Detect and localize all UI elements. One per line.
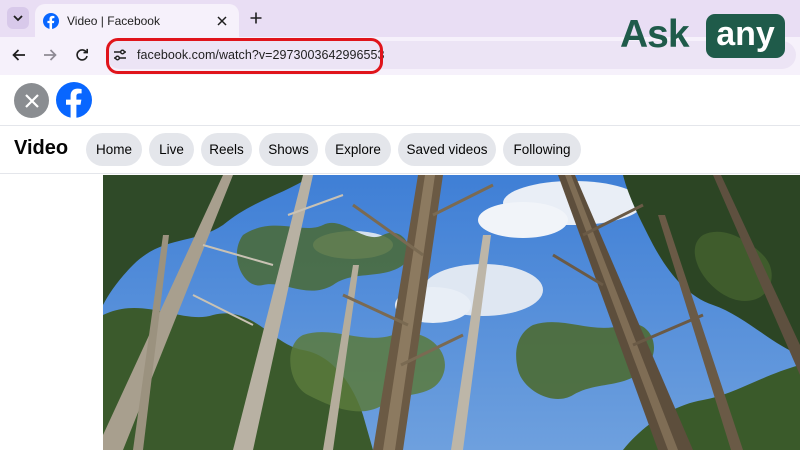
reload-icon	[76, 48, 88, 61]
plus-icon	[250, 12, 262, 24]
new-tab-button[interactable]	[246, 8, 266, 28]
browser-tab[interactable]: Video | Facebook	[35, 4, 239, 37]
video-player[interactable]	[103, 175, 800, 450]
tab-list-button[interactable]	[7, 7, 29, 29]
watermark-any-text: any	[716, 15, 775, 53]
back-arrow-icon	[12, 49, 25, 61]
reload-button[interactable]	[71, 44, 93, 66]
forest-canopy-video-frame	[103, 175, 800, 450]
header-divider	[0, 125, 800, 126]
page-title: Video	[14, 137, 69, 159]
close-video-button[interactable]	[14, 83, 49, 118]
nav-following[interactable]: Following	[503, 133, 581, 166]
forward-button[interactable]	[39, 44, 61, 66]
facebook-favicon-icon	[43, 12, 59, 29]
nav-reels[interactable]: Reels	[201, 133, 252, 166]
nav-home[interactable]: Home	[86, 133, 142, 166]
url-highlight-annotation	[106, 38, 383, 74]
back-button[interactable]	[8, 44, 30, 66]
forward-arrow-icon	[44, 49, 57, 61]
tab-close-button[interactable]	[213, 12, 231, 30]
nav-explore[interactable]: Explore	[325, 133, 391, 166]
facebook-logo-icon[interactable]	[56, 82, 92, 118]
close-icon	[24, 93, 39, 108]
nav-divider	[0, 173, 800, 174]
watermark-any-box: any	[706, 14, 785, 58]
chevron-down-icon	[13, 15, 23, 22]
nav-saved-videos[interactable]: Saved videos	[398, 133, 496, 166]
close-icon	[217, 15, 227, 26]
nav-live[interactable]: Live	[149, 133, 194, 166]
tab-title: Video | Facebook	[67, 13, 160, 28]
watermark-ask-text: Ask	[620, 13, 690, 56]
nav-shows[interactable]: Shows	[259, 133, 318, 166]
askany-watermark-logo: Ask any	[620, 12, 788, 58]
